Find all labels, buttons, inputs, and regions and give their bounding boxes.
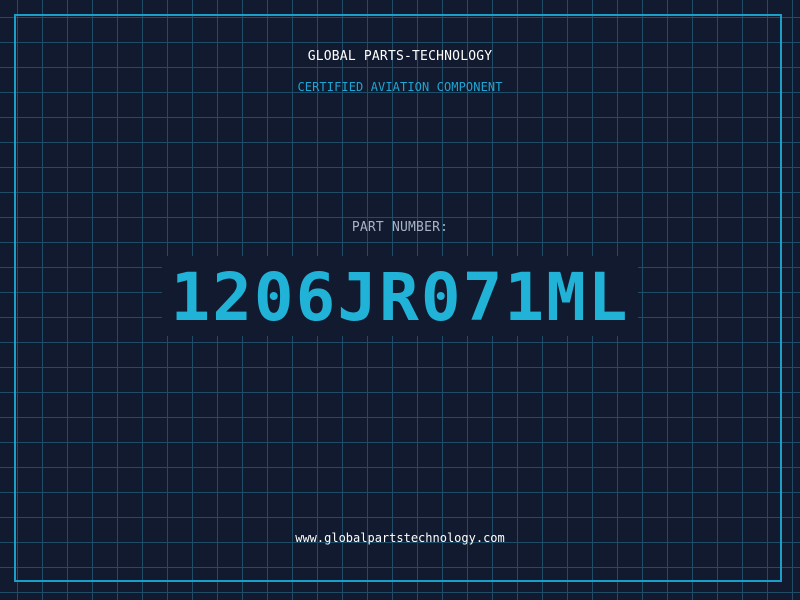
certification-subtitle: CERTIFIED AVIATION COMPONENT (297, 80, 503, 94)
part-number-container: 1206JR071ML (0, 256, 800, 342)
part-number-label: PART NUMBER: (351, 220, 449, 235)
part-number-value: 1206JR071ML (162, 256, 638, 336)
website-url: www.globalpartstechnology.com (295, 531, 505, 545)
company-name: GLOBAL PARTS-TECHNOLOGY (307, 49, 493, 64)
